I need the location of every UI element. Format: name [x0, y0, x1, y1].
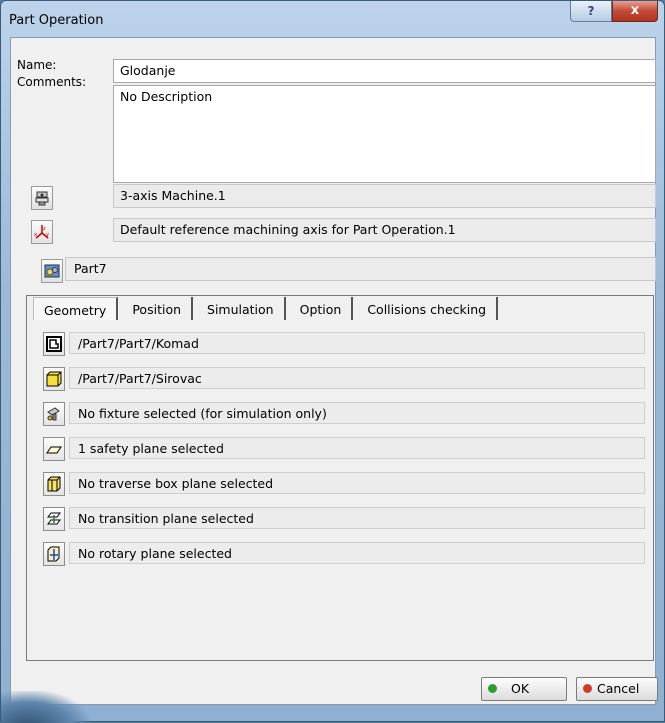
cancel-dot-icon — [583, 684, 592, 693]
transition-plane-icon[interactable] — [43, 507, 65, 531]
tab-position[interactable]: Position — [122, 297, 194, 320]
product-icon[interactable] — [41, 259, 63, 283]
traverse-box-icon[interactable] — [43, 472, 65, 496]
tab-option[interactable]: Option — [290, 297, 354, 320]
name-field[interactable]: Glodanje — [113, 59, 656, 83]
window-title: Part Operation — [9, 13, 104, 28]
cancel-label: Cancel — [597, 681, 640, 696]
svg-text:x: x — [34, 232, 37, 238]
close-button[interactable]: x — [612, 1, 658, 22]
dialog-window: Part Operation ? x Name: Glodanje Commen… — [0, 0, 665, 723]
transition-plane-field[interactable]: No transition plane selected — [69, 507, 645, 529]
tab-geometry[interactable]: Geometry — [33, 297, 119, 320]
safety-plane-icon[interactable] — [43, 437, 65, 461]
safety-plane-field[interactable]: 1 safety plane selected — [69, 437, 645, 459]
axis-system-icon[interactable]: zxy — [31, 220, 53, 244]
design-part-icon[interactable] — [43, 332, 65, 356]
product-field: Part7 — [65, 257, 656, 281]
stock-field[interactable]: /Part7/Part7/Sirovac — [69, 367, 645, 389]
axis-field: Default reference machining axis for Par… — [113, 218, 656, 242]
help-button[interactable]: ? — [570, 1, 612, 22]
name-label: Name: — [17, 58, 57, 72]
ok-button[interactable]: OK — [481, 677, 567, 701]
comments-label: Comments: — [17, 75, 87, 89]
traverse-box-field[interactable]: No traverse box plane selected — [69, 472, 645, 494]
rotary-plane-field[interactable]: No rotary plane selected — [69, 542, 645, 564]
svg-text:y: y — [46, 232, 49, 238]
title-bar[interactable]: Part Operation ? x — [1, 1, 664, 37]
tab-simulation[interactable]: Simulation — [197, 297, 286, 320]
desktop-background — [1, 691, 91, 723]
comments-field[interactable]: No Description — [113, 85, 656, 183]
tab-strip: Geometry Position Simulation Option Coll… — [33, 297, 502, 325]
tab-collisions-checking[interactable]: Collisions checking — [357, 297, 499, 320]
machine-icon[interactable] — [31, 186, 53, 210]
fixture-field[interactable]: No fixture selected (for simulation only… — [69, 402, 645, 424]
machine-field: 3-axis Machine.1 — [113, 184, 656, 208]
rotary-plane-icon[interactable] — [43, 542, 65, 566]
stock-icon[interactable] — [43, 367, 65, 391]
ok-dot-icon — [488, 684, 497, 693]
fixture-icon[interactable] — [43, 402, 65, 426]
ok-label: OK — [511, 681, 530, 696]
cancel-button[interactable]: Cancel — [576, 677, 658, 701]
design-part-field[interactable]: /Part7/Part7/Komad — [69, 332, 645, 354]
